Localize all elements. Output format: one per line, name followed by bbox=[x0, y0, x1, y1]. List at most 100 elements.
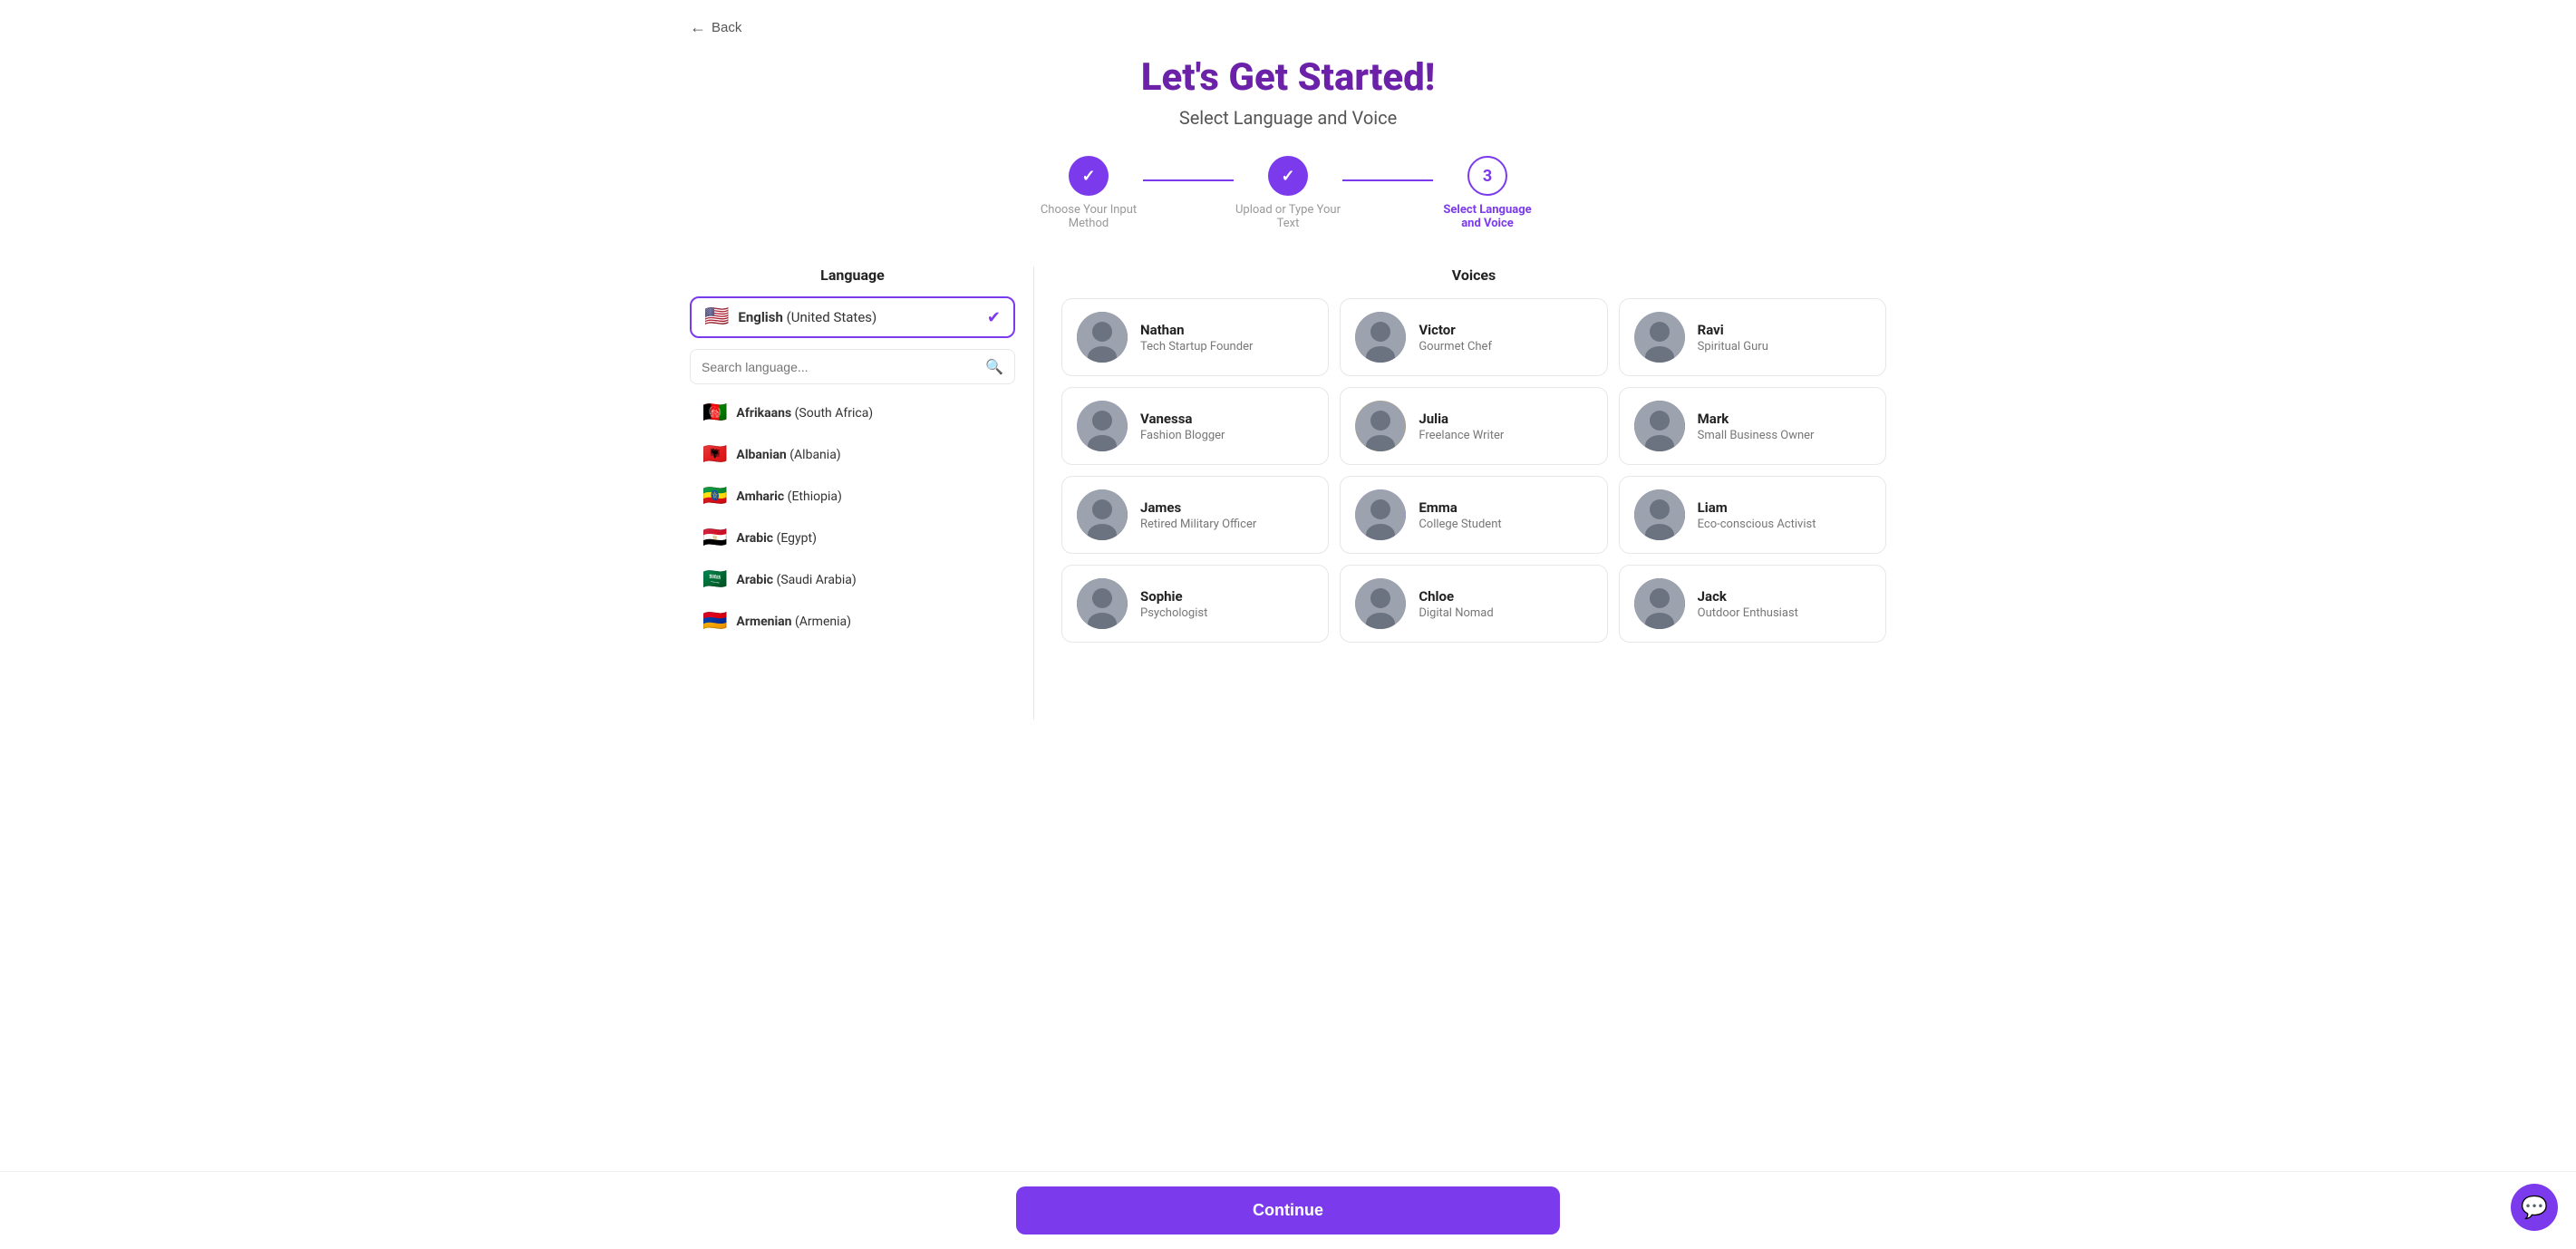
language-list: 🇦🇫 Afrikaans (South Africa) 🇦🇱 Albanian … bbox=[690, 393, 1015, 642]
language-list-item[interactable]: 🇦🇱 Albanian (Albania) bbox=[690, 435, 1015, 475]
voice-name-jack: Jack bbox=[1698, 588, 1871, 605]
voice-role-jack: Outdoor Enthusiast bbox=[1698, 606, 1871, 620]
voice-card-jack[interactable]: Jack Outdoor Enthusiast bbox=[1619, 565, 1886, 643]
voice-avatar-julia bbox=[1355, 401, 1406, 451]
voice-name-chloe: Chloe bbox=[1419, 588, 1592, 605]
voice-role-julia: Freelance Writer bbox=[1419, 429, 1592, 442]
voice-avatar-james bbox=[1077, 489, 1128, 540]
voice-name-james: James bbox=[1140, 499, 1313, 516]
back-label: Back bbox=[712, 20, 741, 35]
lang-flag: 🇦🇱 bbox=[702, 445, 727, 465]
connector-2-3 bbox=[1342, 179, 1433, 181]
voice-role-liam: Eco-conscious Activist bbox=[1698, 518, 1871, 531]
continue-bar: Continue bbox=[0, 1171, 2576, 1249]
voice-card-julia[interactable]: Julia Freelance Writer bbox=[1340, 387, 1607, 465]
voice-avatar-mark bbox=[1634, 401, 1685, 451]
voice-name-julia: Julia bbox=[1419, 411, 1592, 427]
lang-flag: 🇪🇹 bbox=[702, 487, 727, 507]
selected-check-icon: ✔ bbox=[987, 308, 1001, 327]
step-1-label: Choose Your Input Method bbox=[1034, 203, 1143, 230]
voice-avatar-emma bbox=[1355, 489, 1406, 540]
voice-card-chloe[interactable]: Chloe Digital Nomad bbox=[1340, 565, 1607, 643]
voice-panel: Voices Nathan Tech Startup Founder Vict bbox=[1034, 266, 1886, 720]
voice-avatar-victor bbox=[1355, 312, 1406, 363]
voice-avatar-liam bbox=[1634, 489, 1685, 540]
chat-icon: 💬 bbox=[2521, 1195, 2548, 1220]
lang-flag: 🇸🇦 bbox=[702, 570, 727, 590]
voice-info-julia: Julia Freelance Writer bbox=[1419, 411, 1592, 442]
page-wrapper: ← Back Let's Get Started! Select Languag… bbox=[654, 0, 1922, 810]
connector-1-2 bbox=[1143, 179, 1234, 181]
voice-card-nathan[interactable]: Nathan Tech Startup Founder bbox=[1061, 298, 1329, 376]
selected-flag: 🇺🇸 bbox=[704, 307, 729, 327]
step-2-circle: ✓ bbox=[1268, 156, 1308, 196]
voice-role-chloe: Digital Nomad bbox=[1419, 606, 1592, 620]
step-3: 3 Select Language and Voice bbox=[1433, 156, 1542, 230]
back-button[interactable]: ← Back bbox=[690, 18, 741, 37]
voice-card-vanessa[interactable]: Vanessa Fashion Blogger bbox=[1061, 387, 1329, 465]
step-3-circle: 3 bbox=[1467, 156, 1507, 196]
voice-role-victor: Gourmet Chef bbox=[1419, 340, 1592, 353]
voice-info-liam: Liam Eco-conscious Activist bbox=[1698, 499, 1871, 531]
lang-name: Arabic (Saudi Arabia) bbox=[736, 573, 856, 587]
voices-panel-title: Voices bbox=[1061, 266, 1886, 284]
voice-card-ravi[interactable]: Ravi Spiritual Guru bbox=[1619, 298, 1886, 376]
step-2: ✓ Upload or Type Your Text bbox=[1234, 156, 1342, 230]
language-list-item[interactable]: 🇪🇬 Arabic (Egypt) bbox=[690, 518, 1015, 558]
voice-info-vanessa: Vanessa Fashion Blogger bbox=[1140, 411, 1313, 442]
voice-card-victor[interactable]: Victor Gourmet Chef bbox=[1340, 298, 1607, 376]
step-3-label: Select Language and Voice bbox=[1433, 203, 1542, 230]
voice-info-chloe: Chloe Digital Nomad bbox=[1419, 588, 1592, 620]
lang-name: Albanian (Albania) bbox=[736, 448, 840, 462]
language-list-item[interactable]: 🇦🇲 Armenian (Armenia) bbox=[690, 602, 1015, 642]
voice-card-mark[interactable]: Mark Small Business Owner bbox=[1619, 387, 1886, 465]
voice-info-jack: Jack Outdoor Enthusiast bbox=[1698, 588, 1871, 620]
voices-grid: Nathan Tech Startup Founder Victor Gourm… bbox=[1061, 298, 1886, 643]
lang-name: Amharic (Ethiopia) bbox=[736, 489, 841, 504]
lang-flag: 🇦🇫 bbox=[702, 403, 727, 423]
search-box[interactable]: 🔍 bbox=[690, 349, 1015, 384]
voice-name-mark: Mark bbox=[1698, 411, 1871, 427]
voice-role-james: Retired Military Officer bbox=[1140, 518, 1313, 531]
voice-info-ravi: Ravi Spiritual Guru bbox=[1698, 322, 1871, 353]
step-1: ✓ Choose Your Input Method bbox=[1034, 156, 1143, 230]
voice-name-nathan: Nathan bbox=[1140, 322, 1313, 338]
main-content: Language 🇺🇸 English (United States) ✔ 🔍 … bbox=[690, 266, 1886, 720]
selected-language[interactable]: 🇺🇸 English (United States) ✔ bbox=[690, 296, 1015, 338]
voice-card-james[interactable]: James Retired Military Officer bbox=[1061, 476, 1329, 554]
step-2-label: Upload or Type Your Text bbox=[1234, 203, 1342, 230]
voice-info-james: James Retired Military Officer bbox=[1140, 499, 1313, 531]
search-input[interactable] bbox=[702, 360, 978, 374]
lang-name: Afrikaans (South Africa) bbox=[736, 406, 873, 421]
voice-role-nathan: Tech Startup Founder bbox=[1140, 340, 1313, 353]
voice-info-nathan: Nathan Tech Startup Founder bbox=[1140, 322, 1313, 353]
voice-avatar-vanessa bbox=[1077, 401, 1128, 451]
voice-avatar-chloe bbox=[1355, 578, 1406, 629]
lang-flag: 🇦🇲 bbox=[702, 612, 727, 632]
voice-card-liam[interactable]: Liam Eco-conscious Activist bbox=[1619, 476, 1886, 554]
chat-bubble[interactable]: 💬 bbox=[2511, 1184, 2558, 1231]
voice-name-ravi: Ravi bbox=[1698, 322, 1871, 338]
voice-info-sophie: Sophie Psychologist bbox=[1140, 588, 1313, 620]
voice-card-emma[interactable]: Emma College Student bbox=[1340, 476, 1607, 554]
selected-lang-name: English (United States) bbox=[738, 309, 978, 325]
voice-name-victor: Victor bbox=[1419, 322, 1592, 338]
back-arrow-icon: ← bbox=[690, 18, 706, 37]
continue-button[interactable]: Continue bbox=[1016, 1186, 1560, 1234]
language-panel-title: Language bbox=[690, 266, 1015, 284]
language-list-item[interactable]: 🇸🇦 Arabic (Saudi Arabia) bbox=[690, 560, 1015, 600]
voice-role-ravi: Spiritual Guru bbox=[1698, 340, 1871, 353]
lang-name: Armenian (Armenia) bbox=[736, 615, 851, 629]
voice-name-liam: Liam bbox=[1698, 499, 1871, 516]
language-list-item[interactable]: 🇪🇹 Amharic (Ethiopia) bbox=[690, 477, 1015, 517]
search-icon: 🔍 bbox=[985, 358, 1003, 375]
language-panel: Language 🇺🇸 English (United States) ✔ 🔍 … bbox=[690, 266, 1034, 720]
language-list-item[interactable]: 🇦🇫 Afrikaans (South Africa) bbox=[690, 393, 1015, 433]
page-title: Let's Get Started! bbox=[690, 55, 1886, 100]
voice-role-mark: Small Business Owner bbox=[1698, 429, 1871, 442]
voice-card-sophie[interactable]: Sophie Psychologist bbox=[1061, 565, 1329, 643]
voice-info-victor: Victor Gourmet Chef bbox=[1419, 322, 1592, 353]
voice-avatar-sophie bbox=[1077, 578, 1128, 629]
voice-avatar-jack bbox=[1634, 578, 1685, 629]
voice-role-sophie: Psychologist bbox=[1140, 606, 1313, 620]
